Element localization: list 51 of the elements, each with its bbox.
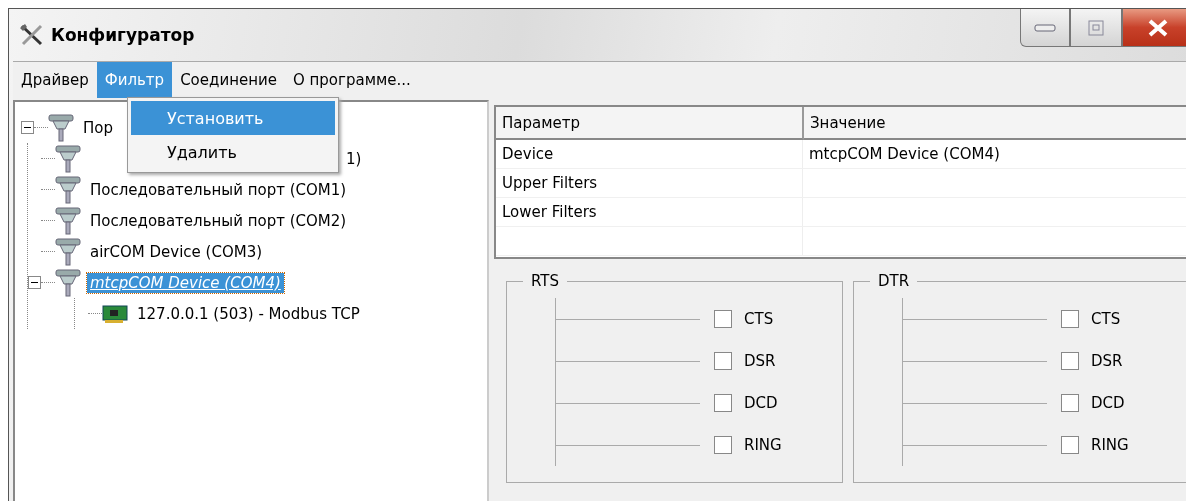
table-cell: mtcpCOM Device (COM4) (803, 140, 1186, 168)
checkbox[interactable] (1061, 352, 1079, 370)
table-cell: Device (496, 140, 803, 168)
checkbox-label: CTS (744, 310, 774, 328)
checkbox[interactable] (714, 352, 732, 370)
collapse-toggle[interactable] (28, 276, 41, 289)
tree-item[interactable]: airCOM Device (COM3) (87, 241, 266, 262)
close-button[interactable] (1122, 9, 1186, 47)
menu-item[interactable]: Соединение (172, 62, 285, 98)
tree-item[interactable]: Пор (80, 117, 116, 138)
checkbox-label: DCD (1091, 394, 1125, 412)
maximize-icon (1088, 19, 1104, 36)
port-icon (55, 143, 81, 174)
tools-icon (19, 23, 45, 47)
table-cell: Upper Filters (496, 169, 803, 197)
column-header[interactable]: Значение (804, 107, 1186, 140)
checkbox[interactable] (1061, 310, 1079, 328)
checkbox-label: DSR (1091, 352, 1123, 370)
network-card-icon (102, 303, 128, 324)
checkbox[interactable] (1061, 436, 1079, 454)
checkbox[interactable] (714, 310, 732, 328)
minimize-button[interactable] (1020, 9, 1070, 47)
close-icon (1147, 18, 1169, 37)
maximize-button[interactable] (1070, 9, 1122, 47)
minus-icon (31, 279, 38, 286)
checkbox-label: DSR (744, 352, 776, 370)
tree-item[interactable]: 1) (343, 148, 365, 169)
checkbox[interactable] (1061, 394, 1079, 412)
port-icon (55, 174, 81, 205)
tree-item[interactable]: Последовательный порт (COM2) (87, 210, 350, 231)
table-cell: Lower Filters (496, 198, 803, 226)
tree-item[interactable]: 127.0.0.1 (503) - Modbus TCP (134, 303, 363, 324)
checkbox-label: RING (1091, 436, 1129, 454)
column-header[interactable]: Параметр (496, 107, 804, 140)
checkbox[interactable] (714, 394, 732, 412)
tree-item[interactable]: Последовательный порт (COM1) (87, 179, 350, 200)
checkbox-label: CTS (1091, 310, 1121, 328)
port-icon (55, 205, 81, 236)
menu-option[interactable]: Удалить (131, 135, 335, 169)
collapse-toggle[interactable] (21, 121, 34, 134)
port-icon (55, 267, 81, 298)
menu-item[interactable]: О программе... (284, 62, 419, 98)
port-icon (48, 112, 74, 143)
minus-icon (24, 124, 31, 131)
window-title: Конфигуратор (51, 25, 195, 45)
checkbox[interactable] (714, 436, 732, 454)
checkbox-label: DCD (744, 394, 778, 412)
minimize-icon (1034, 22, 1056, 33)
menu-item[interactable]: Драйвер (13, 62, 97, 98)
port-icon (55, 236, 81, 267)
checkbox-label: RING (744, 436, 782, 454)
